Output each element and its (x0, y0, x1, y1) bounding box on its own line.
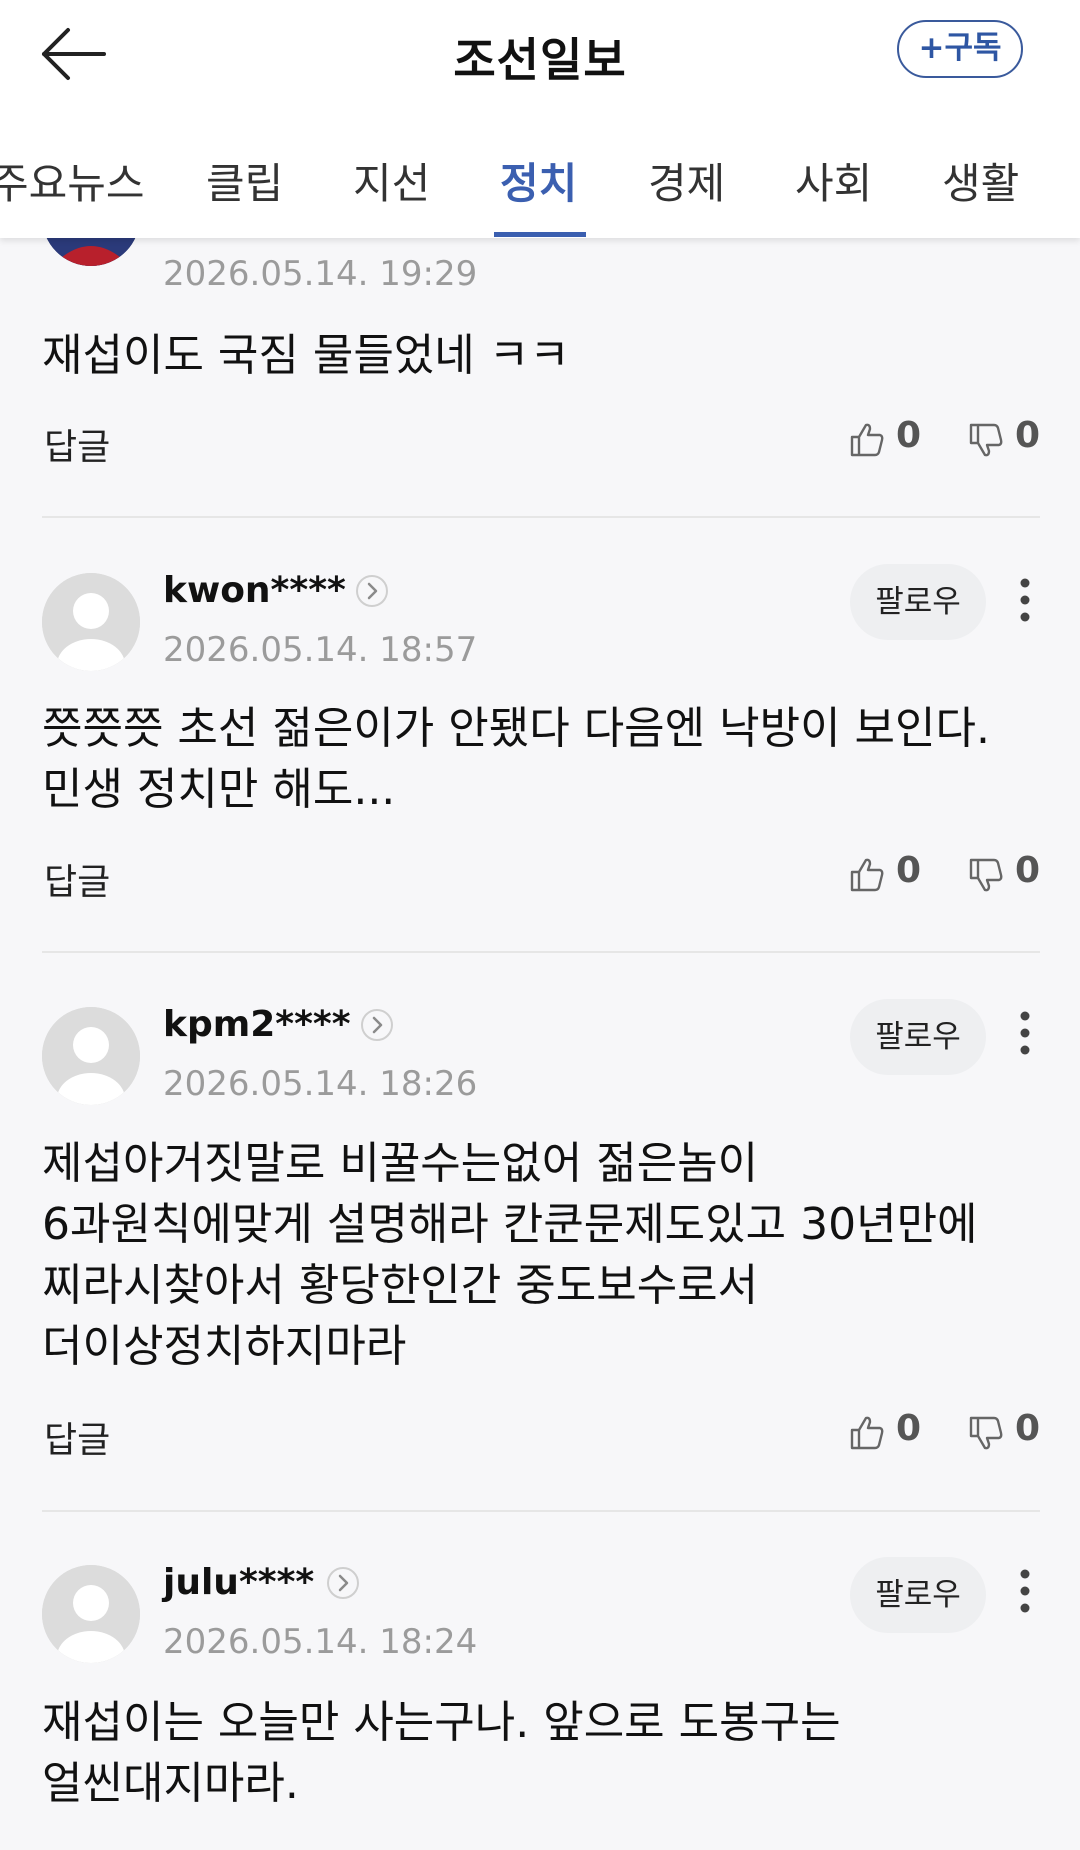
thumbs-down-icon (969, 423, 1003, 457)
dislike-count: 0 (1015, 1408, 1041, 1449)
timestamp: 2026.05.14. 19:29 (163, 254, 478, 294)
like-count: 0 (896, 415, 922, 456)
avatar[interactable] (42, 573, 140, 671)
dislike-button[interactable]: 0 (967, 1408, 1040, 1456)
thumbs-down-icon (969, 858, 1003, 892)
avatar[interactable] (42, 1007, 140, 1105)
active-tab-indicator (494, 232, 586, 237)
timestamp: 2026.05.14. 18:57 (163, 630, 478, 670)
timestamp: 2026.05.14. 18:24 (163, 1622, 478, 1662)
username[interactable]: kwon**** (163, 570, 346, 611)
tab-clip[interactable]: 클립 (206, 150, 283, 211)
dislike-button[interactable]: 0 (967, 850, 1040, 898)
default-user-icon (42, 1007, 140, 1105)
default-user-icon (42, 573, 140, 671)
comment-text: 쯧쯧쯧 초선 젊은이가 안됐다 다음엔 낙방이 보인다. 민생 정치만 해도..… (42, 703, 990, 815)
dislike-button[interactable]: 0 (967, 415, 1040, 463)
like-button[interactable]: 0 (848, 1408, 921, 1456)
timestamp: 2026.05.14. 18:26 (163, 1064, 478, 1104)
follow-button[interactable]: 팔로우 (850, 564, 986, 640)
profile-chevron-right-icon[interactable] (360, 1008, 394, 1042)
comment-text: 재섭이는 오늘만 사는구나. 앞으로 도봉구는 얼씬대지마라. (42, 1697, 841, 1809)
like-button[interactable]: 0 (848, 850, 921, 898)
dislike-count: 0 (1015, 415, 1041, 456)
reply-button[interactable]: 답글 (44, 853, 110, 905)
default-user-icon (42, 1565, 140, 1663)
thumbs-down-icon (969, 1416, 1003, 1450)
username[interactable]: julu**** (163, 1562, 314, 1603)
like-count: 0 (896, 1408, 922, 1449)
more-options-icon[interactable] (1010, 577, 1040, 627)
like-button[interactable]: 0 (848, 415, 921, 463)
thumbs-up-icon (850, 858, 884, 892)
dislike-count: 0 (1015, 850, 1041, 891)
comment-text: 재섭이도 국짐 물들었네 ㅋㅋ (42, 330, 570, 381)
tab-local-election[interactable]: 지선 (353, 150, 430, 211)
avatar[interactable] (42, 1565, 140, 1663)
profile-chevron-right-icon[interactable] (326, 1566, 360, 1600)
divider (42, 516, 1040, 518)
tab-society[interactable]: 사회 (795, 150, 872, 211)
tab-main-news[interactable]: 주요뉴스 (0, 150, 145, 211)
thumbs-up-icon (850, 1416, 884, 1450)
like-count: 0 (896, 850, 922, 891)
comment-text: 제섭아거짓말로 비꿀수는없어 젊은놈이 6과원칙에맞게 설명해라 칸쿤문제도있고… (42, 1138, 978, 1372)
subscribe-button[interactable]: +구독 (897, 20, 1023, 78)
follow-button[interactable]: 팔로우 (850, 1557, 986, 1633)
arrow-left-icon (42, 28, 106, 80)
more-options-icon[interactable] (1010, 1010, 1040, 1060)
reply-button[interactable]: 답글 (44, 1411, 110, 1463)
tab-economy[interactable]: 경제 (648, 150, 725, 211)
reply-button[interactable]: 답글 (44, 418, 110, 470)
more-options-icon[interactable] (1010, 1568, 1040, 1618)
divider (42, 951, 1040, 953)
top-bar: 조선일보 +구독 주요뉴스 클립 지선 정치 경제 사회 생활 (0, 0, 1080, 238)
profile-chevron-right-icon[interactable] (355, 574, 389, 608)
thumbs-up-icon (850, 423, 884, 457)
follow-button[interactable]: 팔로우 (850, 999, 986, 1075)
back-button[interactable] (38, 24, 110, 84)
tab-politics[interactable]: 정치 (500, 150, 577, 211)
divider (42, 1510, 1040, 1512)
username[interactable]: kpm2**** (163, 1004, 351, 1045)
tab-life[interactable]: 생활 (942, 150, 1019, 211)
